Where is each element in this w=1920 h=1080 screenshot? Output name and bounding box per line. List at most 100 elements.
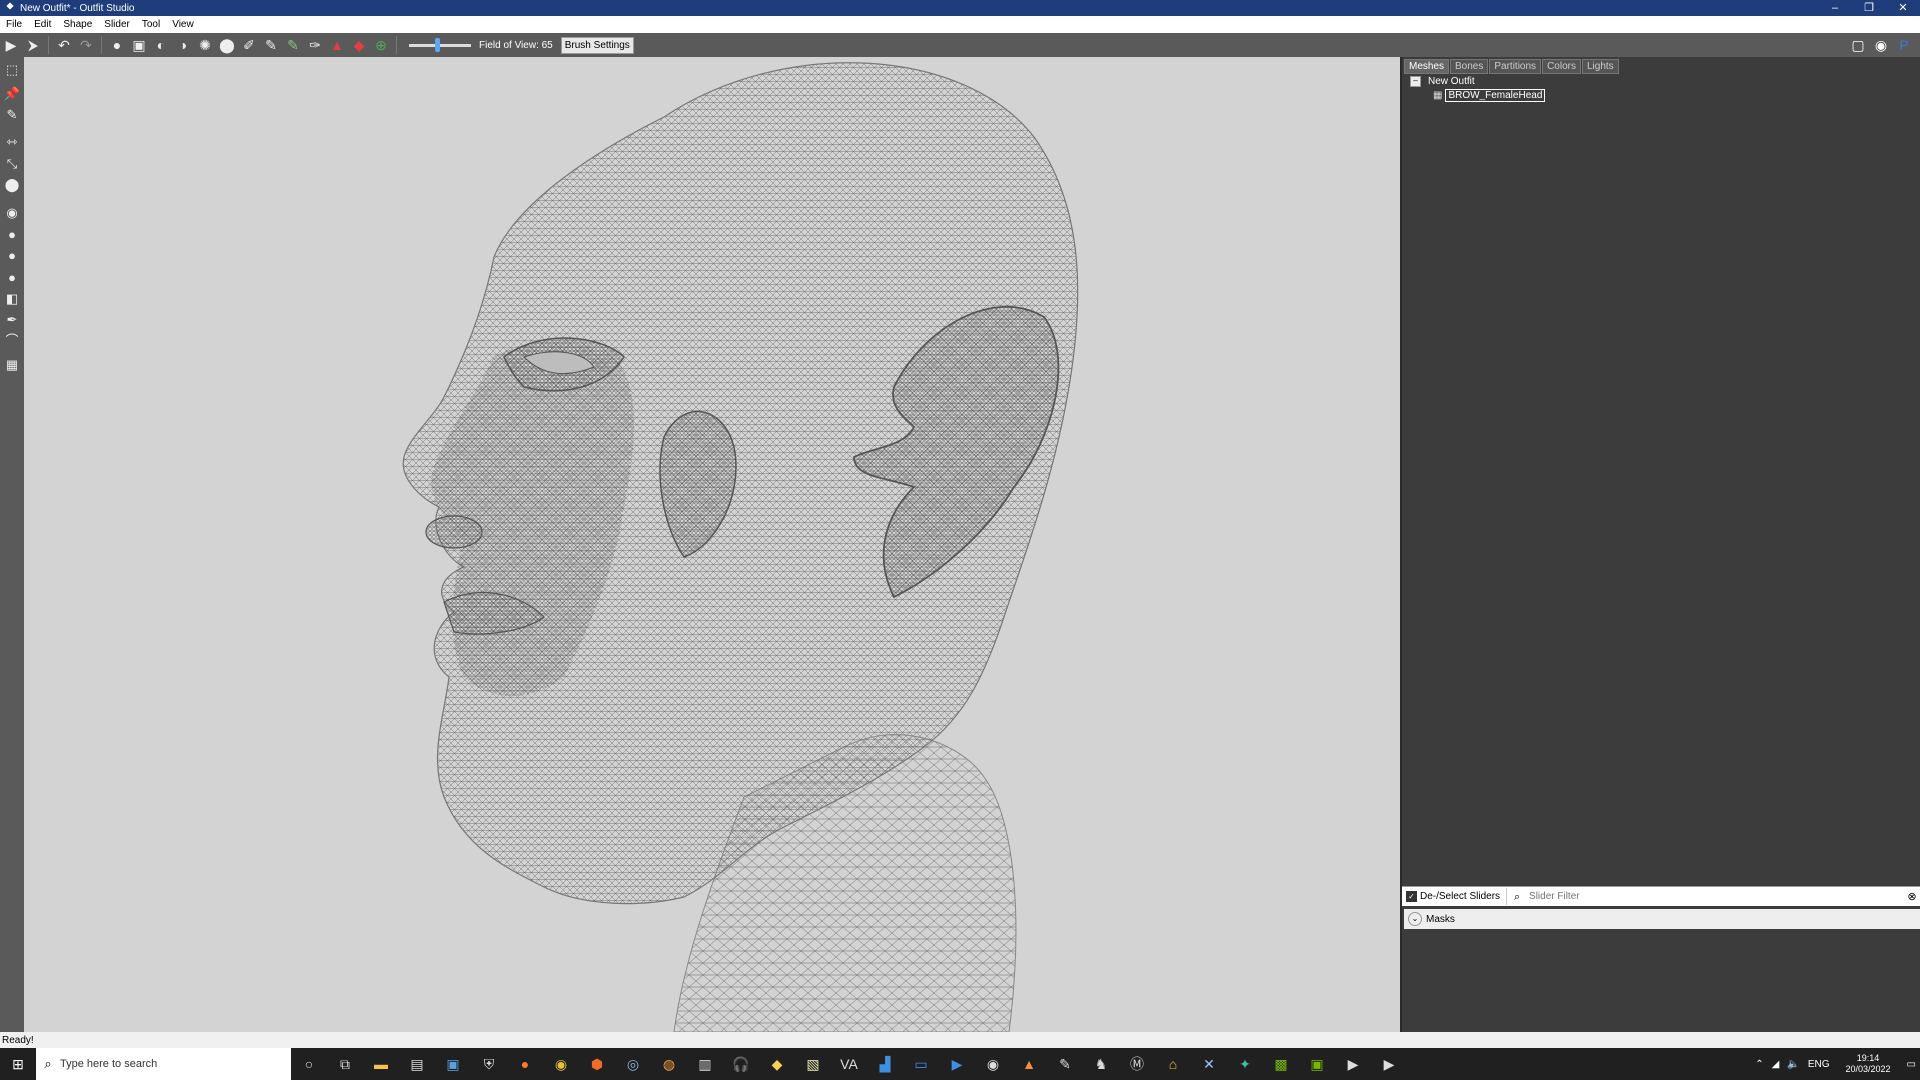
move-icon[interactable]: ⇿: [3, 133, 21, 151]
menu-slider[interactable]: Slider: [98, 19, 136, 30]
flip-icon[interactable]: ✑: [306, 36, 324, 54]
nexus-icon[interactable]: ⌂: [1155, 1048, 1191, 1080]
deflate-brush-icon[interactable]: ◐: [152, 36, 170, 54]
pin-icon[interactable]: 📌: [3, 85, 21, 103]
menu-tool[interactable]: Tool: [136, 19, 166, 30]
steam-icon[interactable]: ◎: [615, 1048, 651, 1080]
deselect-sliders-checkbox[interactable]: ✓: [1406, 891, 1417, 902]
3d-viewport[interactable]: [24, 57, 1400, 1032]
windows-start-icon[interactable]: ⊞: [0, 1048, 36, 1080]
fov-slider[interactable]: [409, 37, 471, 52]
collapse-icon[interactable]: ✎: [284, 36, 302, 54]
mesh-item-label[interactable]: BROW_FemaleHead: [1445, 88, 1546, 102]
tree-mesh-row[interactable]: ▦ BROW_FemaleHead: [1410, 88, 1546, 102]
horse-icon[interactable]: ♞: [1083, 1048, 1119, 1080]
notification-icon[interactable]: ▭: [1907, 1059, 1916, 1070]
photos-icon[interactable]: ▤: [399, 1048, 435, 1080]
transform-icon[interactable]: ⤡: [3, 155, 21, 173]
bend-icon[interactable]: ⌒: [3, 332, 21, 350]
vlc-icon[interactable]: ▲: [1011, 1048, 1047, 1080]
slider-filter-input[interactable]: [1527, 890, 1906, 903]
game-icon[interactable]: ✦: [1227, 1048, 1263, 1080]
x-icon[interactable]: ✕: [1191, 1048, 1227, 1080]
masks-slider-row[interactable]: ⌄ Masks: [1404, 909, 1920, 929]
fov-slider-thumb[interactable]: [435, 37, 441, 52]
add-icon[interactable]: ⊕: [372, 36, 390, 54]
move-brush-icon[interactable]: ◑: [174, 36, 192, 54]
security-icon[interactable]: ⛨: [471, 1048, 507, 1080]
blender-icon[interactable]: ◍: [651, 1048, 687, 1080]
tab-colors[interactable]: Colors: [1542, 59, 1581, 74]
undo-icon[interactable]: ↶: [55, 36, 73, 54]
brush-icon[interactable]: ✎: [3, 106, 21, 124]
smooth-brush-icon[interactable]: ✺: [196, 36, 214, 54]
app-icon[interactable]: ▥: [687, 1048, 723, 1080]
select-icon[interactable]: ▶: [2, 36, 20, 54]
restore-button[interactable]: ❐: [1852, 0, 1886, 16]
tab-lights[interactable]: Lights: [1581, 59, 1619, 74]
redo-icon[interactable]: ↷: [77, 36, 95, 54]
sphere-icon[interactable]: ●: [3, 269, 21, 287]
edge-icon[interactable]: ◧: [3, 290, 21, 308]
taskview-icon[interactable]: ⧉: [327, 1048, 363, 1080]
mail-icon[interactable]: ▣: [435, 1048, 471, 1080]
chrome-icon[interactable]: ◉: [543, 1048, 579, 1080]
outfit-icon[interactable]: ▶: [1335, 1048, 1371, 1080]
chevron-up-icon[interactable]: ⌃: [1755, 1059, 1763, 1070]
menu-file[interactable]: File: [0, 19, 28, 30]
menu-edit[interactable]: Edit: [28, 19, 57, 30]
mask-brush-icon[interactable]: ▣: [130, 36, 148, 54]
collapse-toggle-icon[interactable]: –: [1410, 75, 1421, 87]
tab-bones[interactable]: Bones: [1450, 59, 1489, 74]
pose-tool-icon[interactable]: ⬚: [3, 61, 21, 79]
volume-icon[interactable]: 🔈: [1787, 1059, 1799, 1070]
folder-icon[interactable]: ◆: [759, 1048, 795, 1080]
firefox-icon[interactable]: ●: [507, 1048, 543, 1080]
pivot-icon[interactable]: ⬤: [3, 176, 21, 194]
headphones-icon[interactable]: 🎧: [723, 1048, 759, 1080]
tab-partitions[interactable]: Partitions: [1489, 59, 1542, 74]
transform-icon[interactable]: ⮞: [24, 36, 42, 54]
brave-icon[interactable]: ⬢: [579, 1048, 615, 1080]
clear-filter-icon[interactable]: ⊗: [1906, 891, 1918, 903]
clock[interactable]: 19:14 20/03/2022: [1842, 1053, 1895, 1075]
color-brush-icon[interactable]: ✐: [240, 36, 258, 54]
brush-settings-button[interactable]: Brush Settings: [560, 36, 634, 54]
network-icon[interactable]: ◢: [1772, 1059, 1780, 1070]
github-icon[interactable]: ◉: [1871, 35, 1891, 55]
tree-root-row[interactable]: – New Outfit: [1410, 74, 1545, 88]
inflate-brush-icon[interactable]: ●: [108, 36, 126, 54]
notepad-icon[interactable]: ▧: [795, 1048, 831, 1080]
explorer-icon[interactable]: ▬: [363, 1048, 399, 1080]
menu-view[interactable]: View: [166, 19, 200, 30]
obs-icon[interactable]: ◉: [975, 1048, 1011, 1080]
app2-icon[interactable]: ▣: [1299, 1048, 1335, 1080]
store-icon[interactable]: ▟: [867, 1048, 903, 1080]
m-icon[interactable]: Ⓜ: [1119, 1048, 1155, 1080]
circle-icon[interactable]: ●: [3, 247, 21, 265]
pen-icon[interactable]: ✒: [3, 311, 21, 329]
va-icon[interactable]: VA: [831, 1048, 867, 1080]
menu-shape[interactable]: Shape: [57, 19, 98, 30]
close-button[interactable]: ✕: [1886, 0, 1920, 16]
outfit2-icon[interactable]: ▶: [1371, 1048, 1407, 1080]
taskbar-search[interactable]: ⌕ Type here to search: [36, 1048, 291, 1080]
lighting-icon[interactable]: ◆: [350, 36, 368, 54]
paypal-icon[interactable]: P: [1894, 35, 1914, 55]
terminal-icon[interactable]: ▭: [903, 1048, 939, 1080]
media-icon[interactable]: ▶: [939, 1048, 975, 1080]
chevron-down-icon[interactable]: ⌄: [1408, 912, 1422, 926]
tab-meshes[interactable]: Meshes: [1404, 59, 1450, 74]
discord-icon[interactable]: ▢: [1848, 35, 1868, 55]
language-indicator[interactable]: ENG: [1808, 1059, 1830, 1070]
wireframe-icon[interactable]: ▲: [328, 36, 346, 54]
alpha-brush-icon[interactable]: ✎: [262, 36, 280, 54]
point-icon[interactable]: ●: [3, 226, 21, 244]
vertex-select-icon[interactable]: ◉: [3, 204, 21, 222]
weight-brush-icon[interactable]: ⬤: [218, 36, 236, 54]
tool-icon[interactable]: ✎: [1047, 1048, 1083, 1080]
cortana-icon[interactable]: ○: [291, 1048, 327, 1080]
grid-icon[interactable]: ▦: [3, 356, 21, 374]
nvidia-icon[interactable]: ▩: [1263, 1048, 1299, 1080]
minimize-button[interactable]: –: [1818, 0, 1852, 16]
